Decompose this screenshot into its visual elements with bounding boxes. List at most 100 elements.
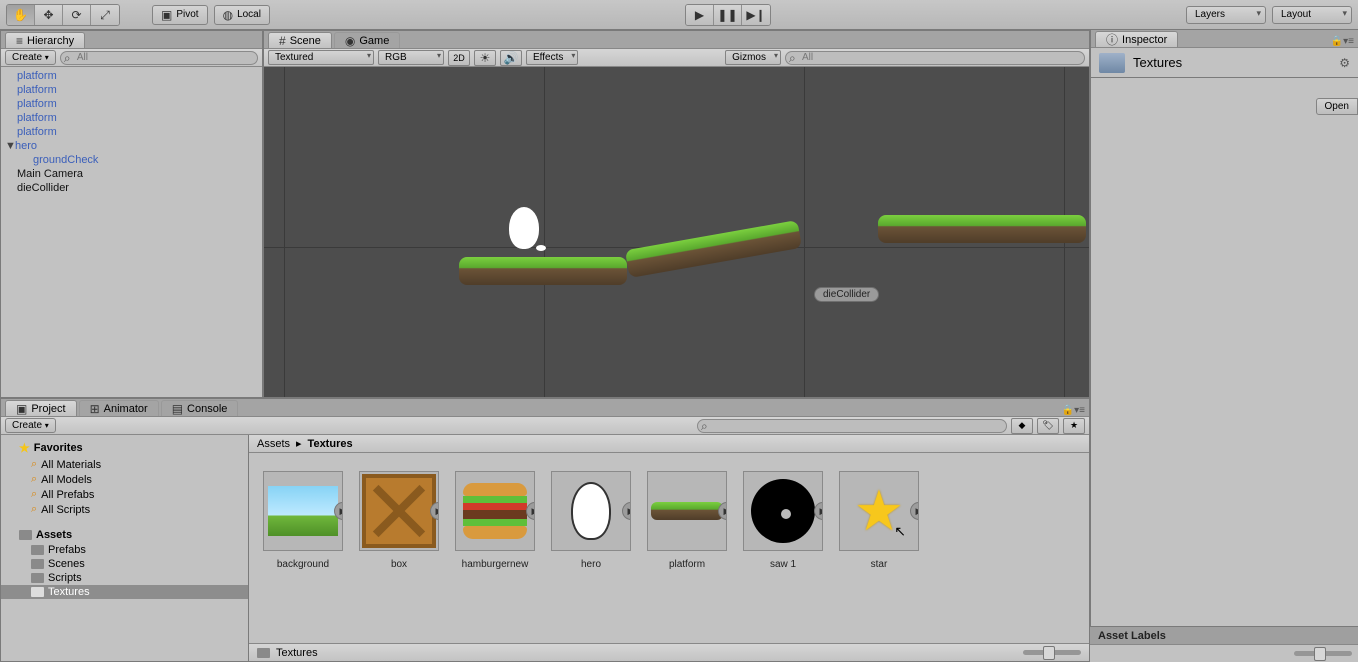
preview-size-slider[interactable]	[1294, 651, 1352, 656]
background-thumb-art	[268, 486, 338, 536]
pause-button[interactable]: ❚❚	[714, 5, 742, 25]
folder-item[interactable]: Prefabs	[1, 543, 248, 557]
pivot-icon: ▣	[161, 9, 172, 21]
local-toggle[interactable]: ◍Local	[214, 5, 270, 25]
asset-thumb[interactable]: ▶background	[263, 471, 343, 570]
gizmos-dropdown[interactable]: Gizmos	[725, 50, 781, 65]
project-footer: Textures	[249, 643, 1089, 661]
search-label-button[interactable]: 🏷	[1037, 418, 1059, 434]
open-button[interactable]: Open	[1316, 98, 1358, 115]
favorites-header[interactable]: ★Favorites	[1, 439, 248, 457]
folder-icon	[19, 530, 32, 540]
scene-panel: #Scene ◉Game ▾≡ Textured RGB 2D ☀ 🔊 Effe…	[263, 30, 1090, 398]
search-save-button[interactable]: ★	[1063, 418, 1085, 434]
search-icon: ⌕	[31, 503, 37, 516]
search-filter-button[interactable]: ◆	[1011, 418, 1033, 434]
scene-object-label[interactable]: dieCollider	[814, 287, 879, 302]
asset-thumb[interactable]: ▶platform	[647, 471, 727, 570]
layout-dropdown[interactable]: Layout	[1272, 6, 1352, 24]
asset-thumb[interactable]: ▶saw 1	[743, 471, 823, 570]
rendermode-dropdown[interactable]: RGB	[378, 50, 444, 65]
asset-thumb[interactable]: ▶hero	[551, 471, 631, 570]
folder-item[interactable]: Scenes	[1, 557, 248, 571]
project-panel: ▣Project ⊞Animator ▤ Console 🔒▾≡ Create ▾…	[0, 398, 1090, 662]
scene-search-input[interactable]: All	[785, 51, 1085, 65]
gear-icon[interactable]: ⚙	[1339, 57, 1350, 69]
panel-lock-icon[interactable]: 🔒▾≡	[1062, 405, 1085, 416]
shading-dropdown[interactable]: Textured	[268, 50, 374, 65]
effects-dropdown[interactable]: Effects	[526, 50, 578, 65]
favorite-item[interactable]: ⌕All Scripts	[1, 502, 248, 517]
scene-tab[interactable]: #Scene	[268, 32, 332, 48]
hierarchy-item[interactable]: platform	[1, 111, 262, 125]
top-toolbar: ✋ ✥ ⟳ ⤢ ▣Pivot ◍Local ▶ ❚❚ ▶❙ Layers Lay…	[0, 0, 1358, 30]
asset-thumb[interactable]: ▶box	[359, 471, 439, 570]
hierarchy-tab[interactable]: ≡Hierarchy	[5, 32, 85, 48]
breadcrumb-item[interactable]: Assets	[257, 438, 290, 450]
animator-tab-label: Animator	[104, 403, 148, 415]
audio-toggle[interactable]: 🔊	[500, 50, 522, 66]
asset-label: star	[839, 559, 919, 570]
step-button[interactable]: ▶❙	[742, 5, 770, 25]
console-icon: ▤	[172, 403, 183, 415]
favorite-item[interactable]: ⌕All Models	[1, 472, 248, 487]
light-toggle[interactable]: ☀	[474, 50, 496, 66]
favorite-item[interactable]: ⌕ All Prefabs	[1, 487, 248, 502]
thumbnail-size-slider[interactable]	[1023, 650, 1081, 655]
hierarchy-item[interactable]: platform	[1, 83, 262, 97]
play-button[interactable]: ▶	[686, 5, 714, 25]
project-create-button[interactable]: Create ▾	[5, 418, 56, 433]
platform-sprite[interactable]	[625, 220, 802, 278]
panel-lock-icon[interactable]: 🔒▾≡	[1331, 36, 1354, 47]
asset-thumb[interactable]: ▶hamburgernew	[455, 471, 535, 570]
console-tab-label: Console	[187, 403, 227, 415]
expand-chip-icon[interactable]: ▶	[814, 502, 823, 520]
search-icon: ⌕	[31, 488, 37, 501]
folder-item[interactable]: Scripts	[1, 571, 248, 585]
hierarchy-create-button[interactable]: Create ▾	[5, 50, 56, 65]
move-tool[interactable]: ✥	[35, 5, 63, 25]
fav-item-label: All Prefabs	[41, 489, 94, 501]
hero-sprite[interactable]	[509, 207, 539, 249]
expand-chip-icon[interactable]: ▶	[526, 502, 535, 520]
scale-tool[interactable]: ⤢	[91, 5, 119, 25]
expand-icon[interactable]: ▼	[5, 140, 15, 152]
project-tab[interactable]: ▣Project	[5, 400, 77, 416]
hierarchy-icon: ≡	[16, 35, 23, 47]
expand-chip-icon[interactable]: ▶	[910, 502, 919, 520]
scene-view[interactable]: dieCollider	[264, 67, 1089, 397]
hierarchy-item-diecollider[interactable]: dieCollider	[1, 181, 262, 195]
breadcrumb: Assets▸Textures	[249, 435, 1089, 453]
hierarchy-item-hero[interactable]: ▼hero	[1, 139, 262, 153]
mode-2d-button[interactable]: 2D	[448, 50, 470, 66]
console-tab[interactable]: ▤ Console	[161, 400, 239, 416]
hierarchy-item-camera[interactable]: Main Camera	[1, 167, 262, 181]
folder-item-textures[interactable]: Textures	[1, 585, 248, 599]
hierarchy-item-groundcheck[interactable]: groundCheck	[1, 153, 262, 167]
hierarchy-item[interactable]: platform	[1, 125, 262, 139]
hierarchy-search-input[interactable]: All	[60, 51, 258, 65]
pivot-toggle[interactable]: ▣Pivot	[152, 5, 208, 25]
hierarchy-item[interactable]: platform	[1, 97, 262, 111]
platform-sprite[interactable]	[459, 257, 627, 285]
expand-chip-icon[interactable]: ▶	[622, 502, 631, 520]
item-label: hero	[15, 140, 37, 152]
layers-dropdown[interactable]: Layers	[1186, 6, 1266, 24]
favorite-item[interactable]: ⌕All Materials	[1, 457, 248, 472]
asset-thumb[interactable]: ★▶↖star	[839, 471, 919, 570]
hand-tool[interactable]: ✋	[7, 5, 35, 25]
asset-labels-header[interactable]: Asset Labels	[1090, 626, 1358, 644]
folder-label: Scenes	[48, 558, 85, 570]
assets-header[interactable]: Assets	[1, 527, 248, 543]
game-tab[interactable]: ◉Game	[334, 32, 400, 48]
pause-icon: ❚❚	[717, 9, 737, 21]
project-search-input[interactable]	[697, 419, 1007, 433]
rotate-tool[interactable]: ⟳	[63, 5, 91, 25]
breadcrumb-item[interactable]: Textures	[308, 438, 353, 450]
search-icon: ⌕	[31, 473, 37, 486]
audio-icon: 🔊	[504, 52, 519, 64]
platform-sprite[interactable]	[878, 215, 1086, 243]
animator-tab[interactable]: ⊞Animator	[79, 400, 159, 416]
inspector-tab[interactable]: ⓘInspector	[1095, 31, 1178, 47]
hierarchy-item[interactable]: platform	[1, 69, 262, 83]
